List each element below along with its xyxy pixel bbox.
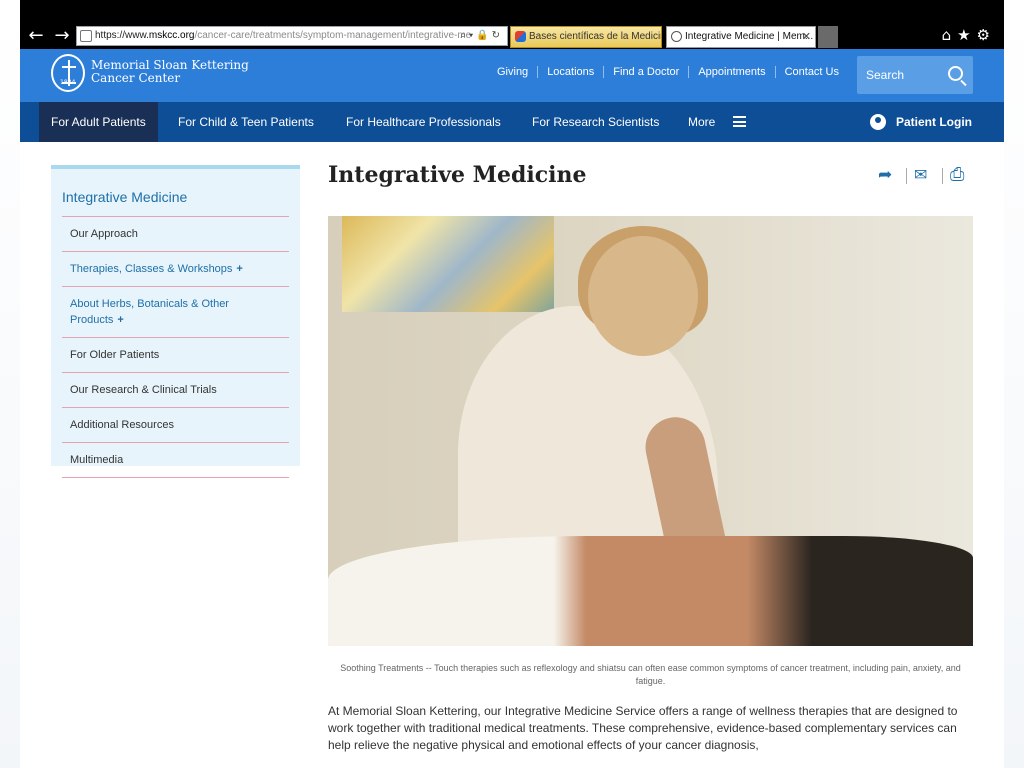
share-icon[interactable] bbox=[878, 165, 900, 185]
screen-top-border bbox=[0, 0, 1024, 22]
screen-left-border bbox=[0, 0, 20, 768]
photo-caption: Soothing Treatments -- Touch therapies s… bbox=[340, 663, 961, 686]
sidebar-item-additional-resources[interactable]: Additional Resources bbox=[62, 408, 289, 443]
msk-logo-icon[interactable] bbox=[51, 54, 85, 92]
tab-favicon-icon bbox=[671, 31, 682, 42]
home-icon[interactable]: ⌂ bbox=[942, 26, 958, 44]
util-link-find-doctor[interactable]: Find a Doctor bbox=[603, 66, 688, 78]
expand-plus-icon[interactable]: + bbox=[117, 314, 123, 326]
new-tab-button[interactable] bbox=[818, 26, 838, 48]
sidebar-item-older-patients[interactable]: For Older Patients bbox=[62, 338, 289, 373]
browser-toolbar: ← → https://www.mskcc.org/cancer-care/tr… bbox=[20, 22, 1004, 49]
wall-painting bbox=[342, 216, 554, 312]
sidebar-item-research-trials[interactable]: Our Research & Clinical Trials bbox=[62, 373, 289, 408]
tab-favicon-icon bbox=[515, 31, 526, 42]
nav-adult-patients[interactable]: For Adult Patients bbox=[39, 102, 158, 142]
browser-actions: ⌂★⚙ bbox=[942, 26, 996, 44]
page-tools bbox=[878, 164, 986, 185]
sidebar-item-herbs[interactable]: About Herbs, Botanicals & Other Products… bbox=[62, 287, 289, 338]
favorites-star-icon[interactable]: ★ bbox=[957, 26, 976, 44]
screen-right-border bbox=[1004, 0, 1024, 768]
logo-text[interactable]: Memorial Sloan Kettering Cancer Center bbox=[91, 59, 249, 85]
tab-bases-cientificas[interactable]: Bases científicas de la Medicin... bbox=[510, 26, 662, 48]
email-icon[interactable] bbox=[906, 165, 936, 184]
site-favicon-icon bbox=[80, 30, 92, 42]
util-link-locations[interactable]: Locations bbox=[537, 66, 603, 78]
page-title: Integrative Medicine bbox=[328, 162, 587, 188]
back-arrow-icon[interactable]: ← bbox=[26, 26, 46, 46]
util-link-giving[interactable]: Giving bbox=[488, 66, 537, 78]
address-bar[interactable]: https://www.mskcc.org/cancer-care/treatm… bbox=[76, 26, 508, 46]
expand-plus-icon[interactable]: + bbox=[236, 263, 242, 275]
utility-nav: Giving Locations Find a Doctor Appointme… bbox=[488, 66, 848, 78]
util-link-appointments[interactable]: Appointments bbox=[688, 66, 774, 78]
nav-research-scientists[interactable]: For Research Scientists bbox=[532, 102, 659, 142]
sidebar-item-multimedia[interactable]: Multimedia bbox=[62, 443, 289, 478]
util-link-contact[interactable]: Contact Us bbox=[774, 66, 848, 78]
nav-healthcare-professionals[interactable]: For Healthcare Professionals bbox=[346, 102, 501, 142]
intro-paragraph: At Memorial Sloan Kettering, our Integra… bbox=[328, 704, 958, 752]
address-bar-icons[interactable]: ⌕▾🔒↻ bbox=[460, 27, 503, 45]
page-content: Integrative Medicine Our Approach Therap… bbox=[20, 142, 1004, 768]
nav-child-teen-patients[interactable]: For Child & Teen Patients bbox=[178, 102, 314, 142]
main-nav: For Adult Patients For Child & Teen Pati… bbox=[20, 102, 1004, 142]
search-icon[interactable] bbox=[948, 66, 963, 81]
tab-close-icon[interactable]: ✕ bbox=[802, 27, 811, 47]
forward-arrow-icon[interactable]: → bbox=[52, 26, 72, 46]
tab-integrative-medicine[interactable]: Integrative Medicine | Mem... ✕ bbox=[666, 26, 816, 48]
user-icon[interactable] bbox=[870, 114, 886, 130]
hamburger-menu-icon[interactable] bbox=[733, 116, 746, 127]
settings-gear-icon[interactable]: ⚙ bbox=[977, 26, 996, 44]
sidebar-title[interactable]: Integrative Medicine bbox=[62, 189, 187, 205]
hero-photo bbox=[328, 216, 973, 646]
search-input[interactable]: Search bbox=[857, 56, 973, 94]
patient-login-link[interactable]: Patient Login bbox=[896, 102, 972, 142]
sidebar: Integrative Medicine Our Approach Therap… bbox=[51, 165, 300, 478]
therapist-head bbox=[588, 236, 698, 356]
sidebar-item-our-approach[interactable]: Our Approach bbox=[62, 217, 289, 252]
nav-more[interactable]: More bbox=[688, 102, 715, 142]
sidebar-list: Our Approach Therapies, Classes & Worksh… bbox=[62, 216, 289, 478]
site-header: 1884 Memorial Sloan Kettering Cancer Cen… bbox=[20, 49, 1004, 102]
sidebar-item-therapies[interactable]: Therapies, Classes & Workshops + bbox=[62, 252, 289, 287]
print-icon[interactable] bbox=[942, 164, 972, 185]
logo-year: 1884 bbox=[60, 79, 76, 86]
patient-figure bbox=[328, 536, 973, 646]
